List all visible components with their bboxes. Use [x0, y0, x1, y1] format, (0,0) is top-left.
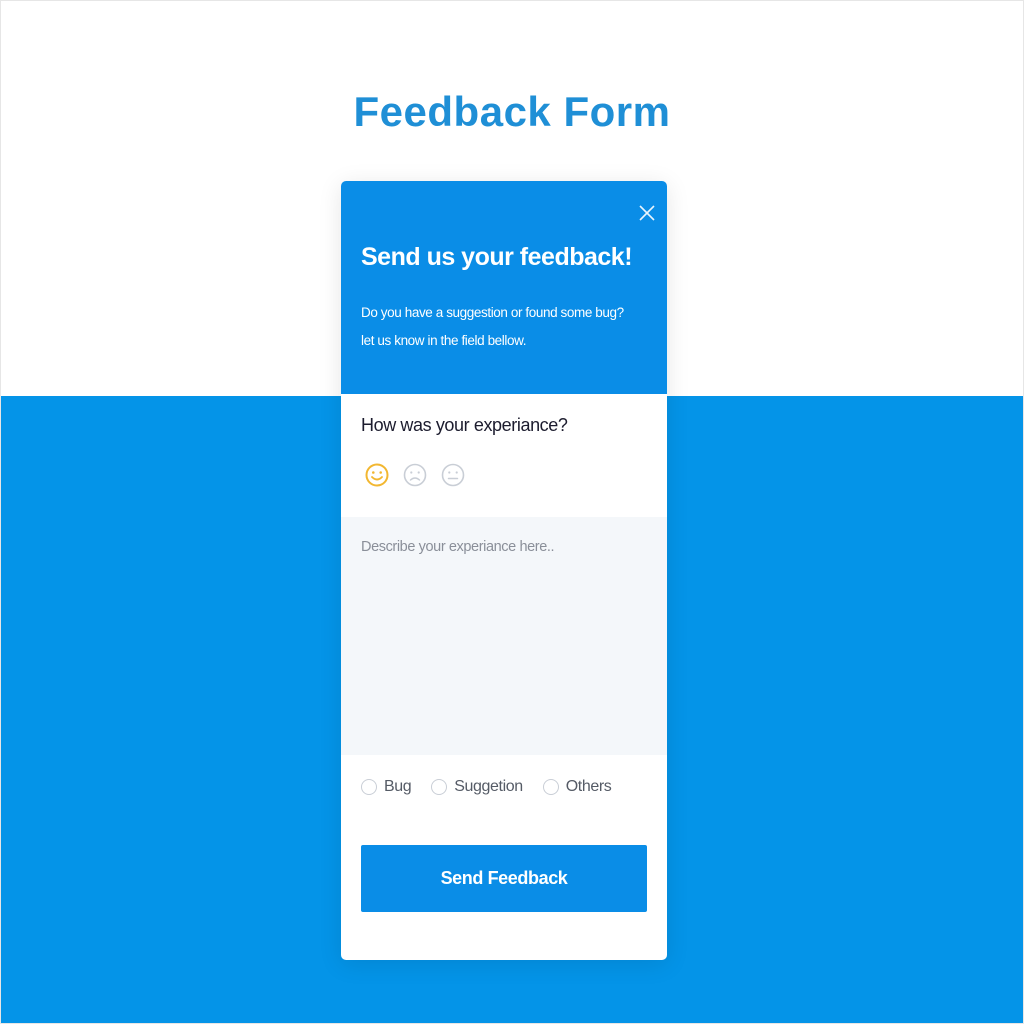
emoji-neutral-button[interactable] [435, 457, 471, 493]
radio-label: Bug [384, 778, 412, 795]
feedback-card: Send us your feedback! Do you have a sug… [341, 181, 667, 960]
experience-textarea[interactable] [341, 517, 667, 755]
radio-button[interactable] [361, 779, 377, 795]
header-subtitle: Do you have a suggestion or found some b… [361, 299, 631, 355]
radio-label: Suggetion [454, 778, 523, 795]
emoji-smile-button[interactable] [359, 457, 395, 493]
header-subtitle-line-1: Do you have a suggestion or found some b… [361, 305, 624, 320]
page: Feedback Form Send us your feedback! Do … [0, 0, 1024, 1024]
emoji-frown-button[interactable] [397, 457, 433, 493]
radio-option-suggestion[interactable]: Suggetion [431, 778, 523, 796]
send-feedback-button[interactable]: Send Feedback [361, 845, 647, 912]
radio-label: Others [565, 778, 612, 795]
neutral-icon [441, 463, 465, 487]
radio-button[interactable] [542, 779, 559, 795]
experience-question: How was your experiance? [361, 415, 568, 435]
radio-option-others[interactable]: Others [542, 778, 612, 796]
card-header: Send us your feedback! Do you have a sug… [341, 181, 667, 394]
feedback-type-group: Bug Suggetion Others [361, 778, 631, 796]
close-button[interactable] [637, 203, 657, 223]
header-subtitle-line-2: let us know in the field bellow. [361, 333, 527, 348]
header-title: Send us your feedback! [361, 243, 633, 271]
radio-option-bug[interactable]: Bug [361, 778, 412, 796]
radio-button[interactable] [431, 779, 448, 795]
emoji-rating [359, 457, 471, 493]
close-icon [639, 205, 655, 221]
smile-icon [365, 463, 389, 487]
frown-icon [403, 463, 427, 487]
page-title: Feedback Form [353, 88, 671, 135]
